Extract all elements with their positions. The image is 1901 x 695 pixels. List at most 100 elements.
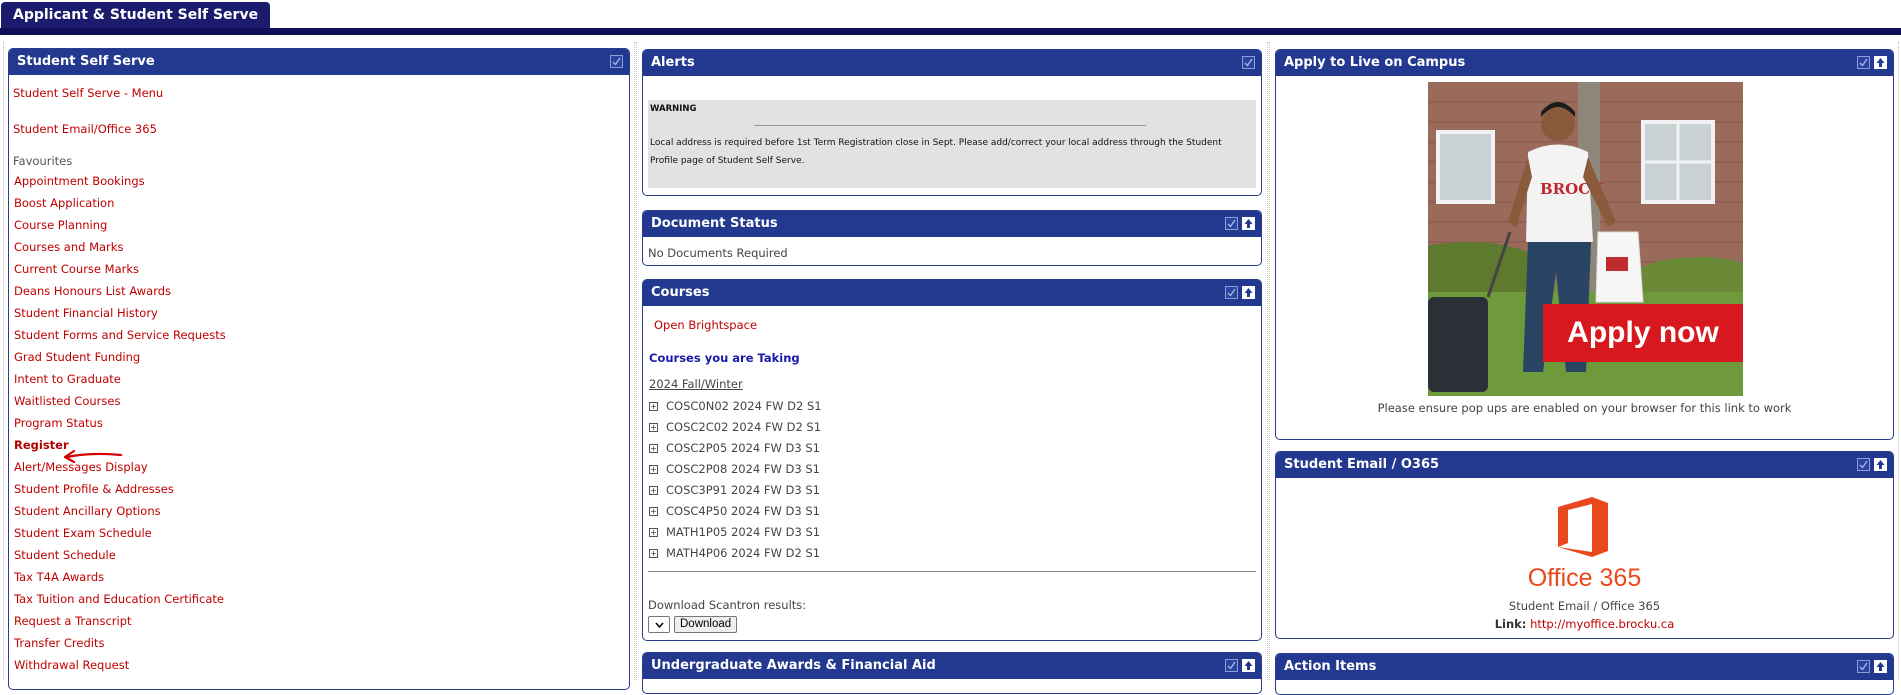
checkbox-icon[interactable] xyxy=(1225,286,1238,299)
panel-title: Student Self Serve xyxy=(17,54,155,69)
email-link-row: Link: http://myoffice.brocku.ca xyxy=(1276,617,1893,631)
course-name: COSC4P50 2024 FW D3 S1 xyxy=(666,504,820,518)
menu-item-student-schedule[interactable]: Student Schedule xyxy=(14,544,226,566)
panel-title: Undergraduate Awards & Financial Aid xyxy=(651,658,936,673)
document-status-panel: Document Status No Documents Required xyxy=(642,210,1262,266)
checkbox-icon[interactable] xyxy=(1225,217,1238,230)
student-self-serve-menu-link[interactable]: Student Self Serve - Menu xyxy=(13,86,163,100)
document-status-text: No Documents Required xyxy=(648,246,788,260)
divider xyxy=(754,125,1146,126)
menu-item-deans-honours-list-awards[interactable]: Deans Honours List Awards xyxy=(14,280,226,302)
warning-text: Local address is required before 1st Ter… xyxy=(650,138,1222,166)
checkbox-icon[interactable] xyxy=(610,55,623,68)
menu-item-program-status[interactable]: Program Status xyxy=(14,412,226,434)
menu-item-appointment-bookings[interactable]: Appointment Bookings xyxy=(14,170,226,192)
menu-item-boost-application[interactable]: Boost Application xyxy=(14,192,226,214)
popup-note: Please ensure pop ups are enabled on you… xyxy=(1377,401,1792,415)
course-row[interactable]: + COSC0N02 2024 FW D2 S1 xyxy=(649,396,822,417)
panel-title: Action Items xyxy=(1284,659,1377,674)
collapse-icon[interactable] xyxy=(1242,286,1255,299)
student-email-office365-link[interactable]: Student Email/Office 365 xyxy=(13,122,157,136)
checkbox-icon[interactable] xyxy=(1857,660,1870,673)
menu-item-student-exam-schedule[interactable]: Student Exam Schedule xyxy=(14,522,226,544)
download-controls: Download xyxy=(648,616,738,633)
menu-item-transfer-credits[interactable]: Transfer Credits xyxy=(14,632,226,654)
email-caption: Student Email / Office 365 xyxy=(1508,599,1661,613)
menu-item-current-course-marks[interactable]: Current Course Marks xyxy=(14,258,226,280)
menu-item-waitlisted-courses[interactable]: Waitlisted Courses xyxy=(14,390,226,412)
course-name: COSC3P91 2024 FW D3 S1 xyxy=(666,483,820,497)
tab-underline xyxy=(0,28,1901,35)
warning-label: WARNING xyxy=(650,104,697,114)
tab-applicant-student-self-serve[interactable]: Applicant & Student Self Serve xyxy=(1,2,271,28)
left-column: Student Self Serve Student Self Serve - … xyxy=(3,42,635,690)
menu-item-courses-and-marks[interactable]: Courses and Marks xyxy=(14,236,226,258)
chevron-down-icon xyxy=(654,622,664,628)
checkbox-icon[interactable] xyxy=(1242,56,1255,69)
course-name: COSC2P05 2024 FW D3 S1 xyxy=(666,441,820,455)
open-brightspace-link[interactable]: Open Brightspace xyxy=(654,318,757,332)
apply-now-image[interactable]: BROCK Apply now xyxy=(1428,82,1743,396)
panel-title: Document Status xyxy=(651,216,778,231)
panel-header: Student Self Serve xyxy=(9,49,629,75)
top-bar: Applicant & Student Self Serve xyxy=(0,0,1901,36)
expand-plus-icon[interactable]: + xyxy=(649,465,658,474)
warning-box: WARNING Local address is required before… xyxy=(648,100,1256,188)
collapse-icon[interactable] xyxy=(1874,56,1887,69)
menu-item-withdrawal-request[interactable]: Withdrawal Request xyxy=(14,654,226,676)
link-label: Link: xyxy=(1494,617,1527,631)
course-row[interactable]: + COSC2P05 2024 FW D3 S1 xyxy=(649,438,822,459)
expand-plus-icon[interactable]: + xyxy=(649,549,658,558)
panel-title: Apply to Live on Campus xyxy=(1284,55,1466,70)
checkbox-icon[interactable] xyxy=(1857,458,1870,471)
panel-header: Apply to Live on Campus xyxy=(1276,50,1893,76)
download-button[interactable]: Download xyxy=(674,616,738,633)
divider xyxy=(648,571,1256,572)
menu-item-request-a-transcript[interactable]: Request a Transcript xyxy=(14,610,226,632)
collapse-icon[interactable] xyxy=(1874,458,1887,471)
checkbox-icon[interactable] xyxy=(1857,56,1870,69)
menu-item-tax-tuition-education-certificate[interactable]: Tax Tuition and Education Certificate xyxy=(14,588,226,610)
menu-item-intent-to-graduate[interactable]: Intent to Graduate xyxy=(14,368,226,390)
scantron-select[interactable] xyxy=(648,616,670,633)
checkbox-icon[interactable] xyxy=(1225,659,1238,672)
expand-plus-icon[interactable]: + xyxy=(649,423,658,432)
menu-item-grad-student-funding[interactable]: Grad Student Funding xyxy=(14,346,226,368)
panel-header: Undergraduate Awards & Financial Aid xyxy=(643,653,1261,679)
expand-plus-icon[interactable]: + xyxy=(649,444,658,453)
collapse-icon[interactable] xyxy=(1242,217,1255,230)
collapse-icon[interactable] xyxy=(1874,660,1887,673)
office365-logo-text: Office 365 xyxy=(1527,564,1642,592)
courses-taking-label: Courses you are Taking xyxy=(649,351,800,365)
red-arrow-annotation xyxy=(63,449,123,464)
courses-panel: Courses Open Brightspace Courses you are… xyxy=(642,279,1262,641)
course-name: MATH1P05 2024 FW D3 S1 xyxy=(666,525,821,539)
course-row[interactable]: + COSC2C02 2024 FW D2 S1 xyxy=(649,417,822,438)
expand-plus-icon[interactable]: + xyxy=(649,528,658,537)
expand-plus-icon[interactable]: + xyxy=(649,486,658,495)
menu-item-course-planning[interactable]: Course Planning xyxy=(14,214,226,236)
menu-item-student-profile-addresses[interactable]: Student Profile & Addresses xyxy=(14,478,226,500)
favourites-list: Appointment Bookings Boost Application C… xyxy=(14,170,226,676)
apply-now-banner[interactable]: Apply now xyxy=(1543,304,1743,362)
action-items-panel: Action Items xyxy=(1275,653,1894,695)
myoffice-link[interactable]: http://myoffice.brocku.ca xyxy=(1530,617,1674,631)
panel-header: Courses xyxy=(643,280,1261,306)
expand-plus-icon[interactable]: + xyxy=(649,402,658,411)
course-row[interactable]: + MATH1P05 2024 FW D3 S1 xyxy=(649,522,822,543)
student-email-o365-panel: Student Email / O365 Office 365 Student … xyxy=(1275,451,1894,639)
menu-item-student-ancillary-options[interactable]: Student Ancillary Options xyxy=(14,500,226,522)
student-self-serve-panel: Student Self Serve Student Self Serve - … xyxy=(8,48,630,690)
menu-item-student-financial-history[interactable]: Student Financial History xyxy=(14,302,226,324)
course-row[interactable]: + COSC4P50 2024 FW D3 S1 xyxy=(649,501,822,522)
office-logo-icon[interactable] xyxy=(1554,495,1612,559)
course-row[interactable]: + COSC3P91 2024 FW D3 S1 xyxy=(649,480,822,501)
course-row[interactable]: + COSC2P08 2024 FW D3 S1 xyxy=(649,459,822,480)
course-row[interactable]: + MATH4P06 2024 FW D2 S1 xyxy=(649,543,822,564)
course-list: + COSC0N02 2024 FW D2 S1 + COSC2C02 2024 F… xyxy=(649,396,822,564)
collapse-icon[interactable] xyxy=(1242,659,1255,672)
menu-item-tax-t4a-awards[interactable]: Tax T4A Awards xyxy=(14,566,226,588)
expand-plus-icon[interactable]: + xyxy=(649,507,658,516)
course-name: COSC0N02 2024 FW D2 S1 xyxy=(666,399,822,413)
menu-item-student-forms-service-requests[interactable]: Student Forms and Service Requests xyxy=(14,324,226,346)
